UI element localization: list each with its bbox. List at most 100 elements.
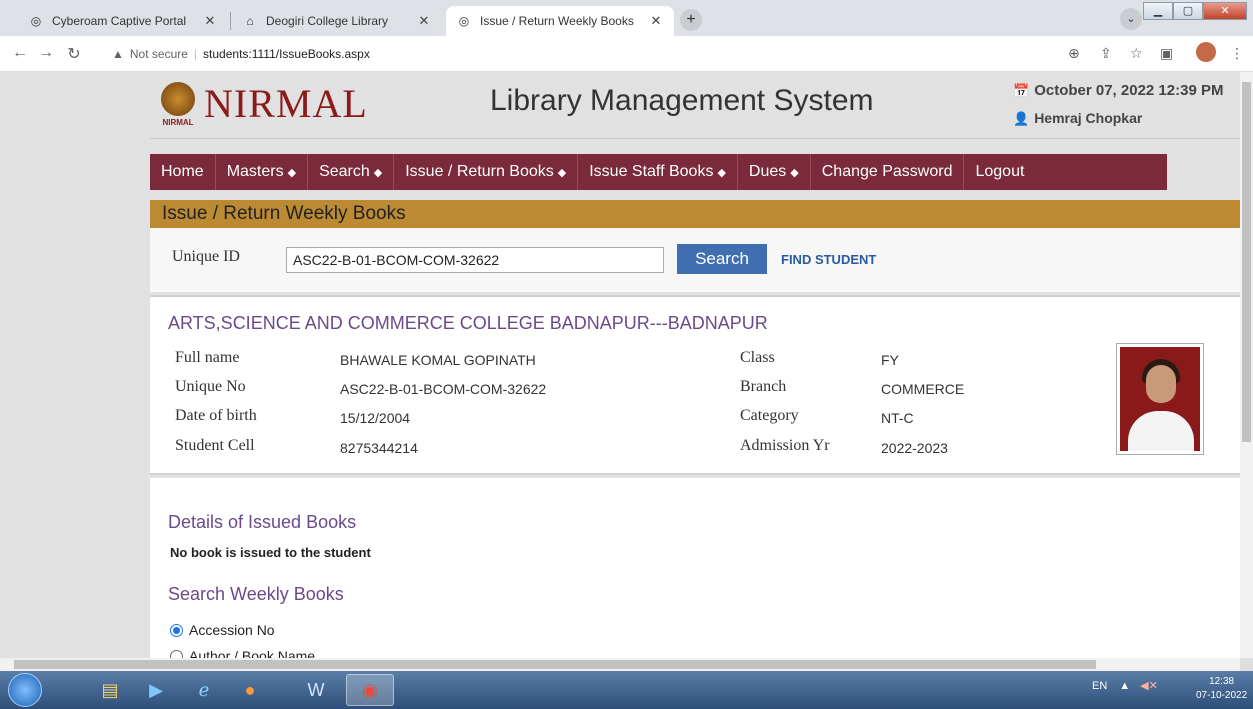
- globe-icon: ◎: [30, 14, 42, 28]
- language-indicator[interactable]: EN: [1092, 680, 1107, 692]
- clock-time: 12:38: [1209, 676, 1235, 687]
- ie-icon[interactable]: ℯ: [180, 674, 228, 706]
- student-cell-label: Student Cell: [175, 437, 255, 454]
- menu-search[interactable]: Search ◆: [308, 154, 395, 190]
- student-cell-value: 8275344214: [340, 440, 418, 456]
- calendar-icon: 📅: [1013, 83, 1030, 98]
- volume-muted-icon[interactable]: ◀✕: [1140, 679, 1158, 692]
- zoom-icon[interactable]: ⊕: [1068, 45, 1080, 62]
- issued-books-title: Details of Issued Books: [168, 512, 357, 532]
- header-divider: [150, 138, 1240, 139]
- main-menu: Home Masters ◆ Search ◆ Issue / Return Boo…: [150, 154, 1167, 190]
- scroll-thumb[interactable]: [1242, 82, 1251, 442]
- menu-dots-icon[interactable]: ⋮: [1230, 45, 1244, 62]
- category-label: Category: [740, 407, 799, 424]
- explorer-icon[interactable]: ▤: [86, 674, 134, 706]
- window-controls: ▁ ▢ ✕: [1143, 2, 1247, 20]
- firefox-icon[interactable]: ●: [226, 674, 274, 706]
- close-tab-icon[interactable]: ✕: [202, 13, 218, 29]
- caret-down-icon: ◆: [717, 167, 726, 179]
- option-author-book-name[interactable]: Author / Book Name: [170, 648, 315, 658]
- tab-deogiri[interactable]: ⌂ Deogiri College Library ✕: [232, 6, 442, 36]
- option-accession-no[interactable]: Accession No: [170, 622, 275, 638]
- radio-unchecked-icon[interactable]: [170, 649, 183, 658]
- system-tray: EN ▲ ◀✕: [1092, 679, 1158, 693]
- menu-label: Dues: [748, 163, 787, 180]
- menu-logout[interactable]: Logout: [964, 154, 1035, 190]
- minimize-button[interactable]: ▁: [1143, 2, 1173, 20]
- tab-search-icon[interactable]: ⌄: [1120, 8, 1142, 30]
- tab-label: Cyberoam Captive Portal: [52, 14, 187, 28]
- caret-down-icon: ◆: [557, 167, 567, 179]
- unique-id-label: Unique ID: [172, 248, 240, 265]
- full-name-label: Full name: [175, 349, 240, 366]
- close-window-button[interactable]: ✕: [1203, 2, 1247, 20]
- chrome-icon[interactable]: ◉: [346, 674, 394, 706]
- radio-checked-icon[interactable]: [170, 623, 183, 637]
- admission-year-value: 2022-2023: [881, 440, 948, 456]
- issued-books-panel: Details of Issued Books No book is issue…: [150, 478, 1240, 658]
- search-button[interactable]: Search: [677, 244, 767, 274]
- menu-label: Search: [319, 163, 370, 180]
- tab-separator: [230, 12, 231, 30]
- brand-name: NIRMAL: [204, 81, 368, 126]
- word-icon[interactable]: W: [292, 674, 340, 706]
- dob-value: 15/12/2004: [340, 410, 411, 426]
- college-logo: NIRMAL: [158, 82, 198, 130]
- emblem-icon: [161, 82, 195, 116]
- menu-label: Change Password: [821, 163, 953, 180]
- start-button[interactable]: [8, 673, 42, 707]
- tab-cyberoam[interactable]: ◎ Cyberoam Captive Portal ✕: [18, 6, 228, 36]
- horizontal-scrollbar[interactable]: [0, 658, 1240, 671]
- forward-icon[interactable]: →: [34, 44, 58, 62]
- browser-tab-strip: ◎ Cyberoam Captive Portal ✕ ⌂ Deogiri Co…: [0, 0, 1253, 36]
- tray-arrow-icon[interactable]: ▲: [1119, 680, 1130, 692]
- globe-icon: ◎: [458, 14, 470, 28]
- close-tab-icon[interactable]: ✕: [416, 13, 432, 29]
- url-text: students:1111/IssueBooks.aspx: [203, 47, 370, 61]
- menu-dues[interactable]: Dues ◆: [738, 154, 811, 190]
- share-icon[interactable]: ⇪: [1100, 45, 1112, 62]
- back-icon[interactable]: ←: [8, 44, 32, 62]
- class-value: FY: [881, 352, 899, 368]
- clock[interactable]: 12:38 07-10-2022: [1196, 675, 1247, 703]
- scroll-thumb[interactable]: [14, 660, 1096, 669]
- clock-date: 07-10-2022: [1196, 690, 1248, 701]
- menu-label: Issue Staff Books: [589, 163, 714, 180]
- menu-label: Home: [161, 163, 204, 180]
- bookmark-star-icon[interactable]: ☆: [1130, 45, 1143, 62]
- menu-issue-staff-books[interactable]: Issue Staff Books ◆: [578, 154, 738, 190]
- full-name-value: BHAWALE KOMAL GOPINATH: [340, 352, 536, 368]
- url-field[interactable]: ▲ Not secure | students:1111/IssueBooks.…: [112, 42, 370, 66]
- menu-home[interactable]: Home: [150, 154, 216, 190]
- branch-value: COMMERCE: [881, 381, 965, 397]
- unique-id-input[interactable]: ASC22-B-01-BCOM-COM-32622: [286, 247, 664, 273]
- find-student-link[interactable]: FIND STUDENT: [781, 252, 876, 267]
- url-divider: |: [193, 47, 198, 61]
- menu-change-password[interactable]: Change Password: [811, 154, 965, 190]
- logo-text: NIRMAL: [162, 118, 194, 127]
- college-name: ARTS,SCIENCE AND COMMERCE COLLEGE BADNAP…: [168, 313, 768, 333]
- media-player-icon[interactable]: ▶: [132, 674, 180, 706]
- menu-masters[interactable]: Masters ◆: [216, 154, 309, 190]
- category-value: NT-C: [881, 410, 914, 426]
- vertical-scrollbar[interactable]: [1240, 72, 1253, 658]
- address-bar: ← → ↻ ▲ Not secure | students:1111/Issue…: [0, 36, 1253, 72]
- option-label: Author / Book Name: [189, 648, 316, 658]
- no-book-message: No book is issued to the student: [170, 545, 371, 560]
- datetime-text: October 07, 2022 12:39 PM: [1034, 82, 1224, 99]
- new-tab-button[interactable]: +: [680, 9, 702, 31]
- security-label: Not secure: [129, 47, 188, 61]
- current-datetime: 📅 October 07, 2022 12:39 PM: [1013, 82, 1223, 99]
- maximize-button[interactable]: ▢: [1173, 2, 1203, 20]
- menu-issue-return-books[interactable]: Issue / Return Books ◆: [394, 154, 579, 190]
- close-tab-icon[interactable]: ✕: [648, 13, 664, 29]
- search-weekly-books-title: Search Weekly Books: [168, 584, 344, 604]
- reload-icon[interactable]: ↻: [62, 44, 86, 64]
- side-panel-icon[interactable]: ▣: [1160, 45, 1173, 62]
- profile-avatar[interactable]: [1196, 42, 1216, 62]
- warning-icon: ▲: [112, 47, 124, 61]
- tab-issue-return[interactable]: ◎ Issue / Return Weekly Books ✕: [446, 6, 674, 36]
- system-title: Library Management System: [490, 84, 874, 117]
- search-panel: Unique ID ASC22-B-01-BCOM-COM-32622 Sear…: [150, 228, 1240, 292]
